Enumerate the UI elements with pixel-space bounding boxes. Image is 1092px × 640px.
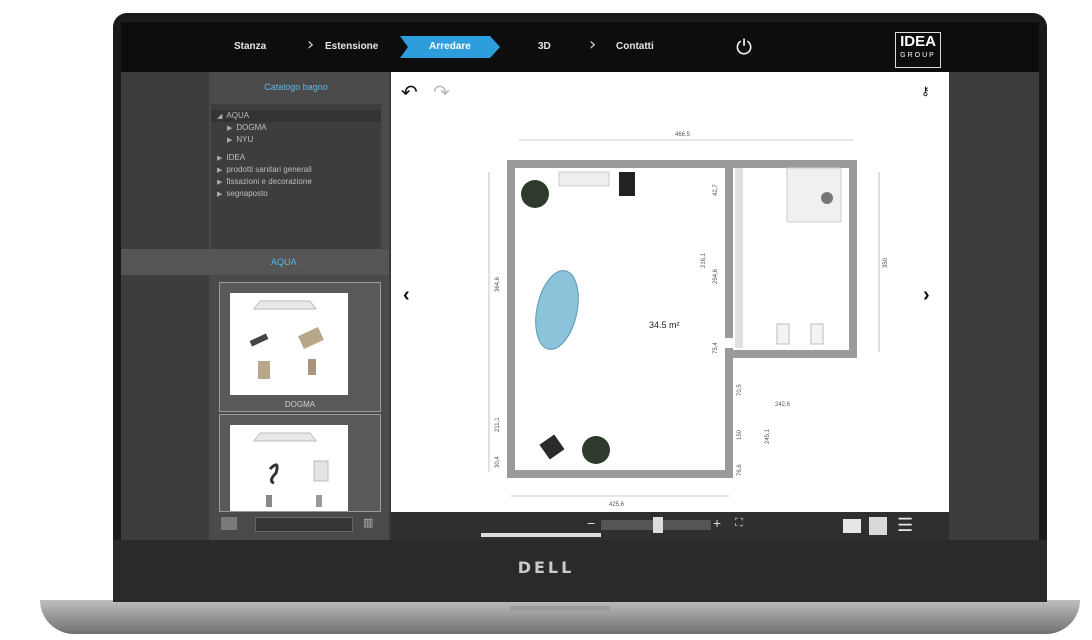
floorplan-drawing (488, 139, 880, 497)
loading-progress (481, 533, 601, 537)
sidebar-toolbar: ▥ (211, 512, 381, 536)
tree-item-fissazioni[interactable]: ▶ fissazioni e decorazione (217, 177, 312, 188)
dimension-label: 76,6 (737, 464, 743, 476)
product-thumbnail (230, 293, 348, 395)
tree-item-dogma[interactable]: ▶ DOGMA (227, 123, 267, 134)
dimension-label: 245,1 (765, 428, 771, 444)
save-icon[interactable] (869, 517, 887, 535)
triangle-right-icon: ▶ (217, 191, 223, 198)
brand-logo: DELL (517, 558, 575, 577)
dimension-label: 425,6 (609, 502, 625, 508)
grid-view-icon[interactable]: ▥ (363, 516, 373, 529)
tree-item-segnaposto[interactable]: ▶ segnaposto (217, 189, 268, 200)
tree-item-label: fissazioni e decorazione (226, 177, 312, 186)
product-card[interactable] (219, 414, 381, 512)
section-title-bar: AQUA (121, 249, 389, 275)
dimension-label: 42,7 (713, 184, 719, 196)
section-title: AQUA (271, 257, 297, 267)
product-image (253, 432, 329, 507)
product-card[interactable]: DOGMA (219, 282, 381, 412)
product-caption: DOGMA (284, 400, 316, 409)
nav-step-3d[interactable]: 3D (538, 39, 551, 55)
folder-image-icon[interactable] (221, 517, 237, 530)
menu-icon[interactable]: ☰ (897, 515, 913, 535)
triangle-right-icon: ▶ (217, 167, 223, 174)
nav-step-estensione[interactable]: Estensione (325, 39, 378, 55)
room-area-label: 34.5 m² (649, 320, 680, 330)
dimension-label: 242,6 (775, 402, 791, 408)
power-icon[interactable]: ⏻ (733, 36, 755, 58)
right-gutter (949, 72, 1039, 540)
catalog-search-input[interactable] (255, 517, 353, 532)
logo-line-2: GROUP (900, 52, 936, 59)
tree-item-label: segnaposto (226, 189, 268, 198)
dimension-label: 364,6 (495, 276, 501, 292)
triangle-right-icon: ▶ (217, 179, 223, 186)
dimension-label: 350 (883, 257, 889, 268)
triangle-down-icon: ◢ (217, 113, 223, 120)
app-screen: Stanza › Estensione Arredare 3D › Contat… (121, 22, 1039, 540)
product-image (249, 300, 324, 379)
zoom-in-icon[interactable]: + (713, 515, 721, 531)
tree-item-nyu[interactable]: ▶ NYU (227, 135, 253, 146)
sidebar-gutter (121, 72, 209, 540)
dimension-label: 150 (737, 429, 743, 440)
chevron-right-icon: › (589, 34, 597, 55)
folder-icon[interactable] (843, 519, 861, 533)
nav-step-arredare[interactable]: Arredare (400, 36, 500, 58)
dimension-label: 70,5 (737, 384, 743, 396)
chevron-right-icon: › (307, 34, 315, 55)
floorplan-canvas[interactable]: ↶ ↷ ⚷ ‹ › 34.5 m² 466,5 425,6 364,6 211,… (391, 72, 949, 512)
dimension-label: 75,4 (713, 342, 719, 354)
tree-item-aqua[interactable]: ◢ AQUA (217, 111, 249, 122)
zoom-out-icon[interactable]: − (587, 515, 595, 531)
tree-item-label: prodotti sanitari generali (226, 165, 312, 174)
dimension-label: 211,1 (495, 417, 501, 432)
tree-item-idea[interactable]: ▶ IDEA (217, 153, 245, 164)
catalog-header[interactable]: Catalogo bagno (211, 76, 381, 98)
triangle-right-icon: ▶ (227, 137, 233, 144)
dimension-label: 30,4 (495, 456, 501, 468)
top-nav: Stanza › Estensione Arredare 3D › Contat… (121, 22, 1039, 72)
triangle-right-icon: ▶ (227, 125, 233, 132)
nav-step-stanza[interactable]: Stanza (234, 39, 266, 55)
tree-item-label: IDEA (226, 153, 246, 162)
tree-item-label: DOGMA (236, 123, 267, 132)
dimension-label: 254,6 (713, 268, 719, 284)
zoom-slider-thumb[interactable] (653, 517, 663, 533)
triangle-right-icon: ▶ (217, 155, 223, 162)
dimension-label: 216,1 (701, 252, 707, 268)
tree-item-sanitari[interactable]: ▶ prodotti sanitari generali (217, 165, 312, 176)
idea-group-logo: IDEA GROUP (895, 32, 941, 68)
logo-line-1: IDEA (900, 33, 936, 50)
laptop-base (40, 600, 1080, 634)
fit-screen-icon[interactable]: ⛶ (735, 517, 743, 530)
nav-step-contatti[interactable]: Contatti (616, 39, 654, 55)
tree-item-label: NYU (236, 135, 254, 144)
laptop-notch (510, 606, 610, 611)
dimension-label: 466,5 (675, 132, 691, 138)
canvas-toolbar: − + ⛶ ☰ (391, 512, 949, 540)
tree-item-label: AQUA (226, 111, 250, 120)
product-thumbnail (230, 425, 348, 511)
